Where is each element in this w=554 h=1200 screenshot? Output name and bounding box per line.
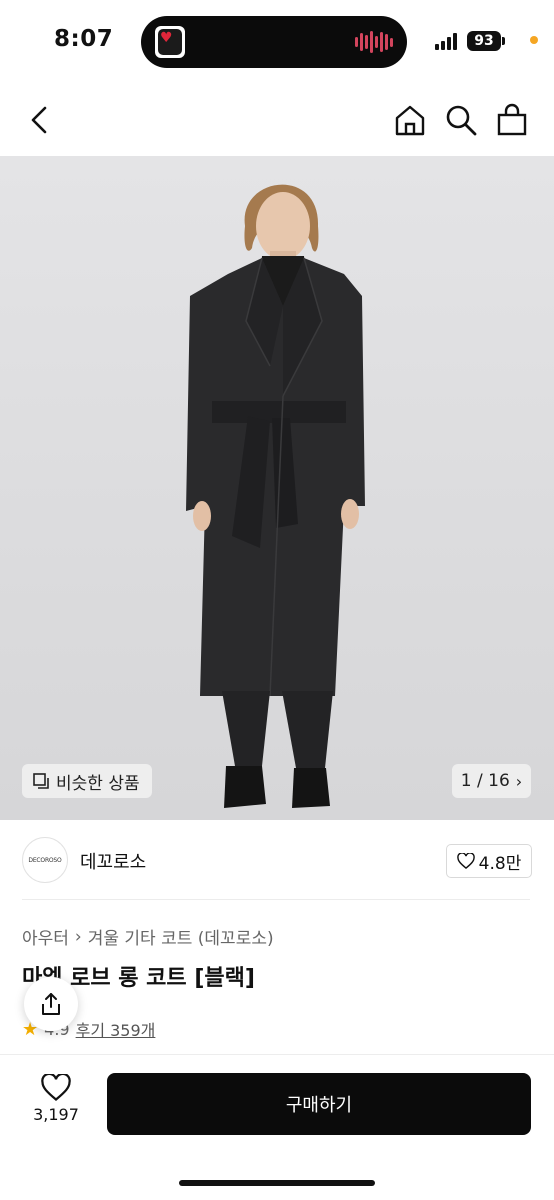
shopping-bag-icon[interactable] bbox=[494, 102, 530, 138]
breadcrumb-item[interactable]: 아우터 bbox=[22, 924, 69, 949]
battery-tip bbox=[502, 37, 505, 45]
image-pager[interactable]: 1 / 16 › bbox=[452, 764, 531, 798]
chevron-right-icon: › bbox=[74, 926, 82, 947]
pager-text: 1 / 16 bbox=[460, 771, 510, 791]
brand-row[interactable]: DECOROSO 데꼬로소 4.8만 bbox=[0, 820, 554, 900]
top-nav bbox=[0, 84, 554, 156]
chevron-right-icon: › bbox=[515, 771, 523, 791]
share-button[interactable] bbox=[24, 977, 78, 1031]
search-icon[interactable] bbox=[443, 102, 479, 138]
divider bbox=[22, 899, 530, 900]
breadcrumb: 아우터 › 겨울 기타 코트 (데꼬로소) bbox=[22, 924, 274, 950]
signal-icon bbox=[435, 32, 457, 50]
home-icon[interactable] bbox=[392, 102, 428, 138]
privacy-dot bbox=[530, 36, 538, 44]
audio-wave-icon bbox=[355, 31, 393, 53]
heart-icon bbox=[41, 1074, 71, 1101]
heart-app-icon: ♥ bbox=[155, 26, 185, 58]
status-bar: 8:07 ♥ 93 bbox=[0, 0, 554, 84]
bottom-bar-separator bbox=[0, 1054, 554, 1055]
brand-like-button[interactable]: 4.8만 bbox=[446, 844, 532, 878]
brand-name[interactable]: 데꼬로소 bbox=[80, 848, 146, 874]
model-in-black-coat-image bbox=[186, 184, 365, 808]
similar-products-button[interactable]: 비슷한 상품 bbox=[22, 764, 152, 798]
heart-icon bbox=[456, 853, 475, 869]
chevron-left-icon[interactable] bbox=[22, 102, 58, 138]
breadcrumb-item[interactable]: 겨울 기타 코트 (데꼬로소) bbox=[88, 924, 274, 949]
copy-icon bbox=[33, 773, 49, 789]
similar-products-label: 비슷한 상품 bbox=[56, 773, 140, 794]
buy-button[interactable]: 구매하기 bbox=[107, 1073, 531, 1135]
status-time: 8:07 bbox=[54, 26, 114, 52]
wishlist-count: 3,197 bbox=[33, 1105, 79, 1124]
home-indicator[interactable] bbox=[179, 1180, 375, 1186]
battery-icon: 93 bbox=[467, 31, 501, 51]
dynamic-island[interactable]: ♥ bbox=[141, 16, 407, 68]
wishlist-button[interactable]: 3,197 bbox=[26, 1074, 86, 1134]
brand-logo[interactable]: DECOROSO bbox=[22, 837, 68, 883]
reviews-link[interactable]: 후기 359개 bbox=[76, 1017, 156, 1041]
share-icon bbox=[42, 993, 60, 1015]
product-image[interactable]: 비슷한 상품 1 / 16 › bbox=[0, 156, 554, 820]
brand-like-count: 4.8만 bbox=[478, 853, 522, 874]
